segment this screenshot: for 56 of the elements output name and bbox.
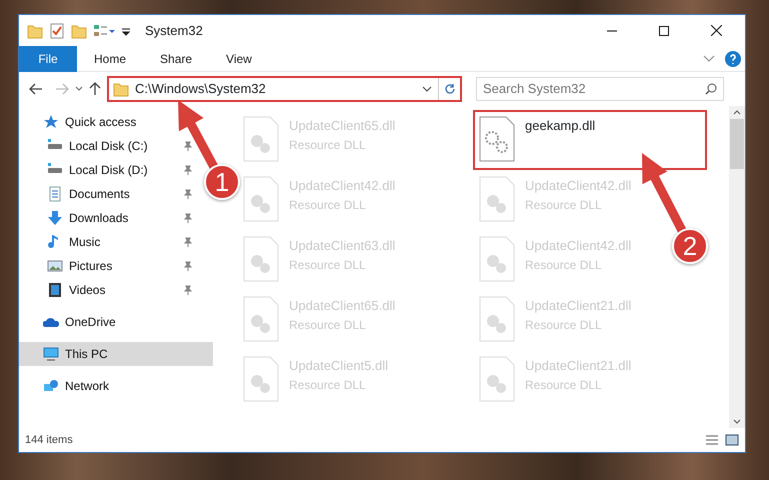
ribbon-tab[interactable]: File [19,46,77,72]
address-bar[interactable]: C:\Windows\System32 [107,76,462,102]
dll-file-icon [243,116,279,162]
dll-file-icon [243,356,279,402]
close-icon [710,25,722,36]
window-title: System32 [145,22,203,40]
dll-file-icon [243,296,279,342]
help-icon[interactable] [725,50,741,66]
details-view-icon[interactable] [705,434,719,446]
file-item[interactable]: geekamp.dll [475,112,705,168]
dll-file-icon [243,176,279,222]
scroll-up-icon[interactable] [733,110,741,115]
item-count: 144 items [25,432,73,448]
dll-file-icon [243,236,279,282]
computer-icon [43,346,59,362]
ribbon-tab[interactable]: Home [77,46,144,72]
large-icons-view-icon[interactable] [725,434,739,446]
maximize-icon [659,26,669,36]
documents-icon [47,186,63,202]
dll-file-icon [479,236,515,282]
back-arrow-icon[interactable] [29,83,43,95]
sidebar-item[interactable]: Pictures [19,254,203,278]
sidebar-item[interactable]: Local Disk (D:) [19,158,203,182]
up-arrow-icon[interactable] [89,82,101,96]
properties-icon[interactable] [49,22,65,38]
ribbon-tab[interactable]: View [209,46,269,72]
sidebar-item[interactable]: Downloads [19,206,203,230]
videos-icon [47,282,63,298]
chevron-down-icon[interactable] [703,54,715,62]
address-path: C:\Windows\System32 [135,80,267,98]
downloads-icon [47,210,63,226]
network-icon [43,378,59,394]
folder-icon [113,81,129,97]
ribbon-tab[interactable]: Share [143,46,210,72]
sidebar-item[interactable]: Videos [19,278,203,302]
recent-locations-icon[interactable] [75,86,83,92]
dll-file-icon [479,296,515,342]
sidebar-item[interactable]: Documents [19,182,203,206]
scroll-thumb[interactable] [730,119,744,169]
sidebar-item[interactable]: OneDrive [19,310,203,334]
sidebar-item[interactable]: Quick access [19,110,203,134]
pictures-icon [47,258,63,274]
sidebar-item[interactable]: Local Disk (C:) [19,134,203,158]
scroll-down-icon[interactable] [733,419,741,424]
dll-file-icon [479,356,515,402]
view-options-icon[interactable] [93,22,115,38]
dropdown-icon[interactable] [422,86,432,92]
sidebar-item[interactable]: This PC [19,342,213,366]
scrollbar[interactable] [729,106,745,428]
file-name[interactable]: geekamp.dll [525,116,596,136]
refresh-icon [444,83,456,95]
sidebar-item[interactable]: Network [19,374,203,398]
dll-file-icon [479,176,515,222]
star-icon [43,114,59,130]
gear-file-icon [479,116,515,162]
sidebar-item[interactable]: Music [19,230,203,254]
